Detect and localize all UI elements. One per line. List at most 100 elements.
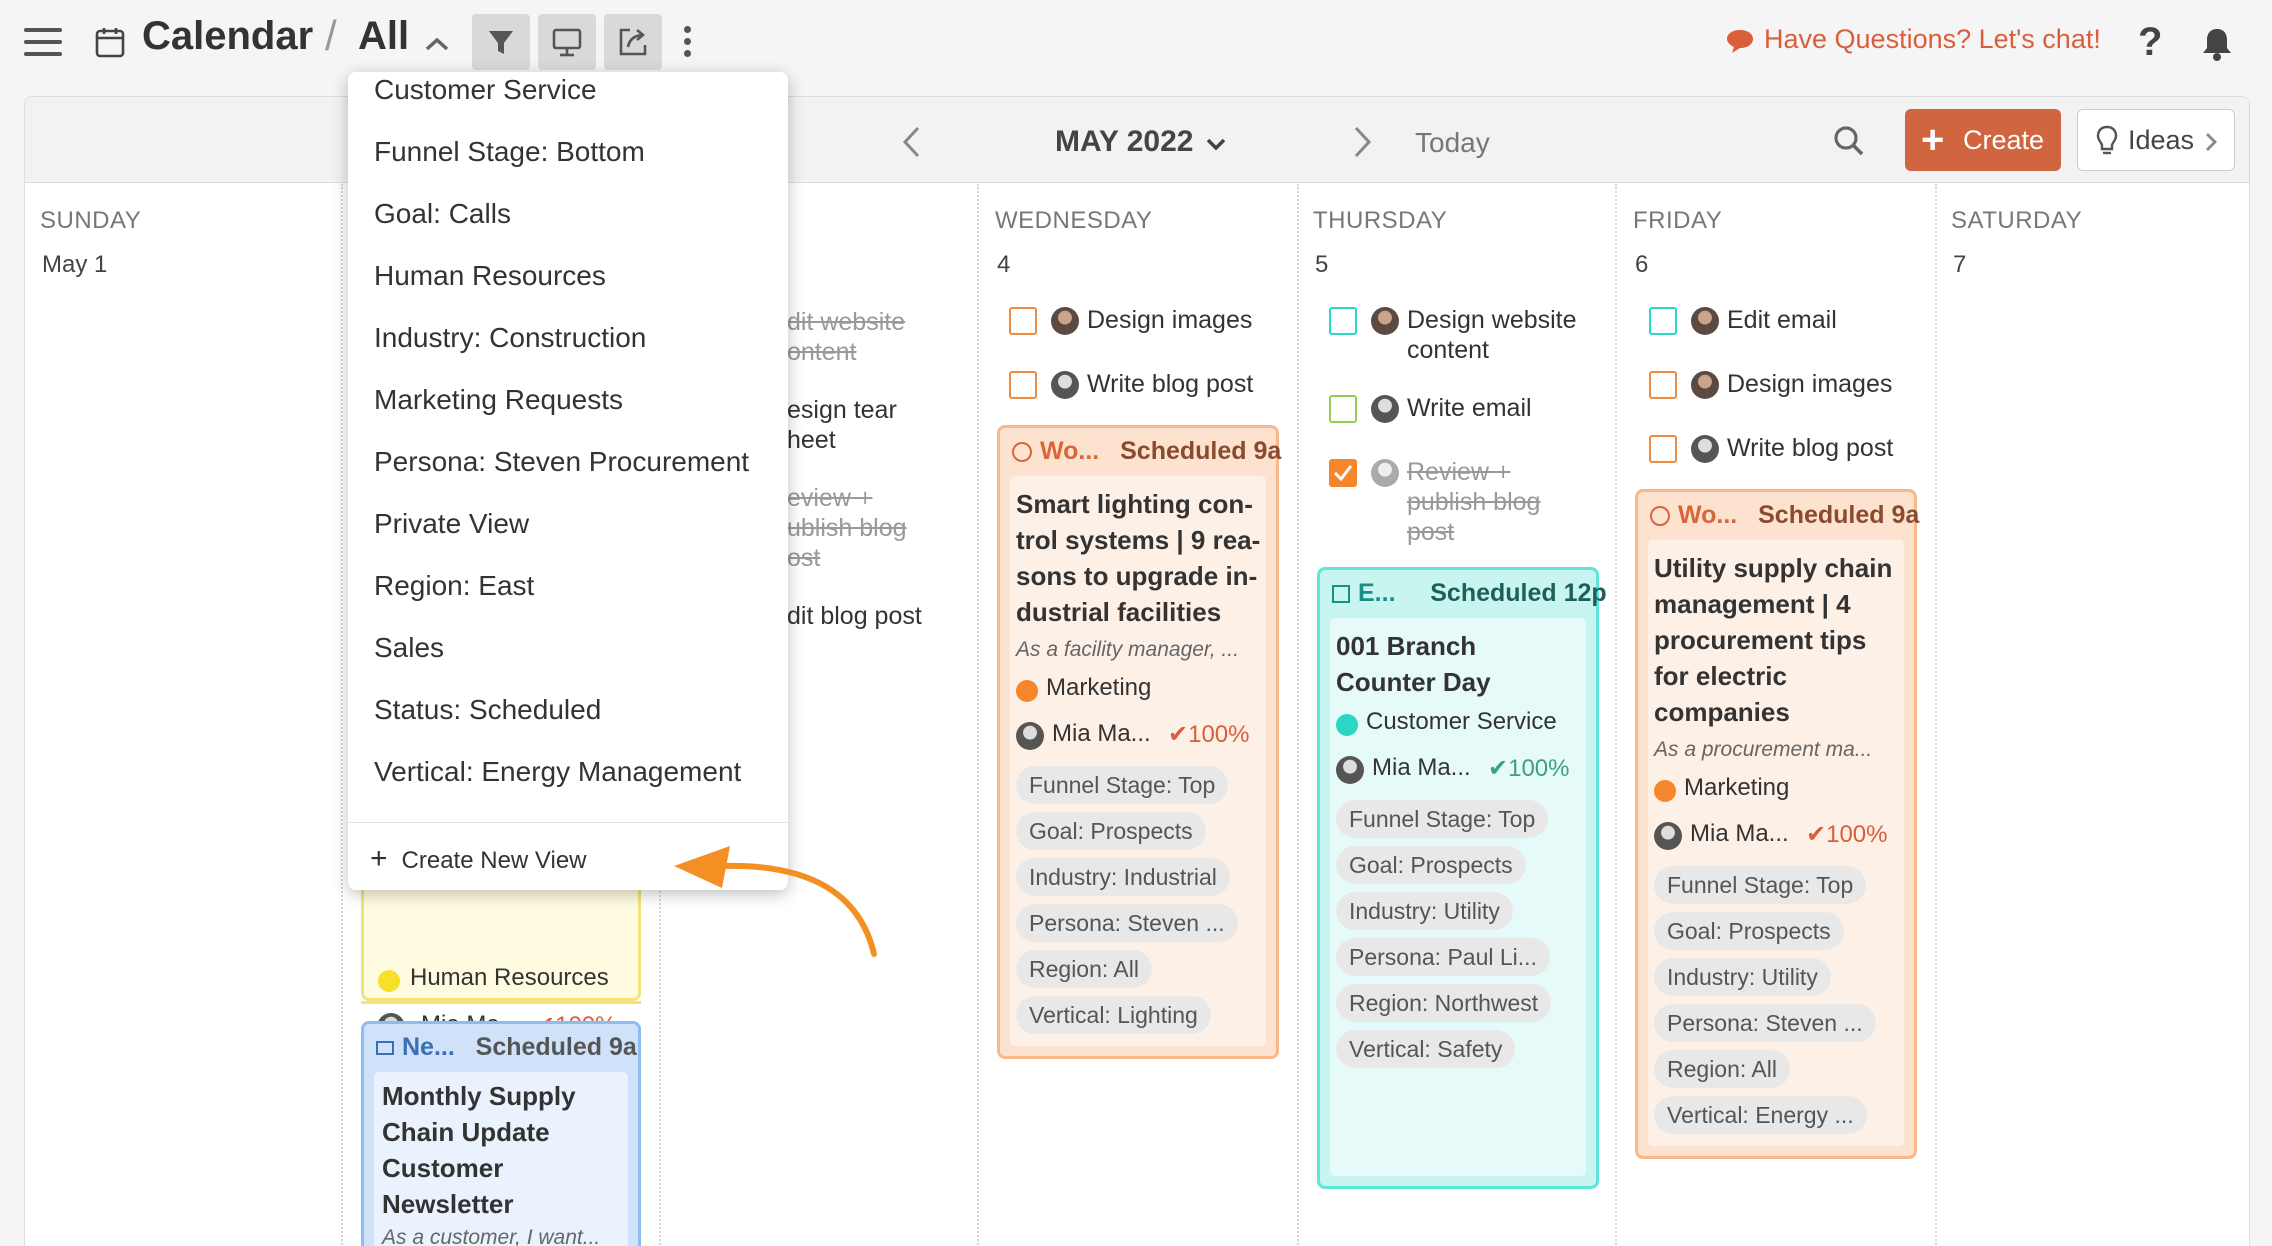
task-label[interactable]: Write blog post xyxy=(1727,433,1893,464)
card-schedule: Scheduled 9a xyxy=(1120,437,1282,465)
category-dot xyxy=(378,970,400,992)
view-option[interactable]: Customer Service xyxy=(374,74,597,106)
chevron-right-icon[interactable] xyxy=(1351,125,1373,159)
tag[interactable]: Goal: Prospects xyxy=(1336,846,1526,884)
view-option[interactable]: Marketing Requests xyxy=(374,384,623,416)
avatar xyxy=(1654,822,1682,850)
task-label[interactable]: Write email xyxy=(1407,393,1532,424)
task-partial[interactable]: ost xyxy=(787,543,820,574)
view-option[interactable]: Region: East xyxy=(374,570,534,602)
ideas-button[interactable]: Ideas xyxy=(2077,109,2235,171)
ideas-label: Ideas xyxy=(2128,125,2195,155)
breadcrumb-separator: / xyxy=(325,12,337,59)
content-card[interactable]: Ne... Scheduled 9a Monthly Supply Chain … xyxy=(361,1021,641,1246)
chevron-down-icon[interactable] xyxy=(1205,137,1227,151)
view-option[interactable]: Persona: Steven Procurement xyxy=(374,446,749,478)
card-owner: Mia Ma... xyxy=(1690,820,1789,847)
view-option[interactable]: Private View xyxy=(374,508,529,540)
card-body: 001 Branch Counter Day Customer Service … xyxy=(1330,618,1586,1176)
chat-link[interactable]: Have Questions? Let's chat! xyxy=(1764,24,2101,55)
filter-button[interactable] xyxy=(472,14,530,70)
tag[interactable]: Vertical: Lighting xyxy=(1016,996,1211,1034)
tag[interactable]: Goal: Prospects xyxy=(1016,812,1206,850)
tag[interactable]: Funnel Stage: Top xyxy=(1016,766,1229,804)
card-title-line: Smart lighting con- xyxy=(1016,489,1253,519)
task-checkbox[interactable] xyxy=(1009,307,1037,335)
tag[interactable]: Industry: Utility xyxy=(1654,958,1831,996)
tag[interactable]: Region: All xyxy=(1654,1050,1790,1088)
view-option[interactable]: Industry: Construction xyxy=(374,322,646,354)
menu-icon[interactable] xyxy=(24,28,62,56)
task-label[interactable]: Design images xyxy=(1087,305,1252,336)
monitor-icon xyxy=(552,28,582,57)
task-partial[interactable]: ontent xyxy=(787,337,857,368)
tag[interactable]: Persona: Paul Li... xyxy=(1336,938,1550,976)
tag[interactable]: Vertical: Energy ... xyxy=(1654,1096,1867,1134)
task-partial[interactable]: ublish blog xyxy=(787,513,907,544)
tag[interactable]: Persona: Steven ... xyxy=(1016,904,1238,942)
task-checkbox[interactable] xyxy=(1329,395,1357,423)
content-card[interactable]: Wo... Scheduled 9a Smart lighting con- t… xyxy=(997,425,1282,1059)
share-button[interactable] xyxy=(604,14,662,70)
today-button[interactable]: Today xyxy=(1415,127,1490,159)
create-button[interactable]: + Create xyxy=(1905,109,2061,171)
task-label[interactable]: Design images xyxy=(1727,369,1892,400)
task-checkbox[interactable] xyxy=(1009,371,1037,399)
tag[interactable]: Funnel Stage: Top xyxy=(1336,800,1549,838)
month-selector[interactable]: MAY 2022 xyxy=(1055,125,1193,159)
more-options-icon[interactable] xyxy=(684,26,692,62)
card-owner: Mia Ma... xyxy=(1372,754,1471,781)
chevron-left-icon[interactable] xyxy=(901,125,923,159)
tag[interactable]: Industry: Industrial xyxy=(1016,858,1230,896)
task-partial[interactable]: heet xyxy=(787,425,836,456)
task-label[interactable]: Edit email xyxy=(1727,305,1837,336)
card-title-line: Monthly Supply xyxy=(382,1081,576,1111)
bell-icon[interactable] xyxy=(2200,26,2234,62)
task-partial[interactable]: esign tear xyxy=(787,395,897,426)
search-icon[interactable] xyxy=(1833,125,1865,157)
card-title-line: sons to upgrade in- xyxy=(1016,561,1258,591)
display-button[interactable] xyxy=(538,14,596,70)
task-partial[interactable]: dit website xyxy=(787,307,905,338)
task-label[interactable]: Review + xyxy=(1407,457,1511,488)
tag[interactable]: Funnel Stage: Top xyxy=(1654,866,1867,904)
task-label[interactable]: content xyxy=(1407,335,1489,366)
view-selector[interactable]: All xyxy=(358,14,409,59)
card-header: Ne... Scheduled 9a xyxy=(364,1024,638,1070)
tag[interactable]: Industry: Utility xyxy=(1336,892,1513,930)
task-checkbox[interactable] xyxy=(1329,307,1357,335)
view-option[interactable]: Status: Scheduled xyxy=(374,694,601,726)
progress-percent: ✔100% xyxy=(1488,755,1570,782)
view-option[interactable]: Vertical: Energy Management xyxy=(374,756,741,788)
create-new-view-button[interactable]: + Create New View xyxy=(370,842,587,876)
chat-bubble-icon xyxy=(1727,30,1753,53)
tag[interactable]: Goal: Prospects xyxy=(1654,912,1844,950)
tag[interactable]: Persona: Steven ... xyxy=(1654,1004,1876,1042)
content-card[interactable]: Wo... Scheduled 9a Utility supply chain … xyxy=(1635,489,1919,1159)
view-option[interactable]: Funnel Stage: Bottom xyxy=(374,136,645,168)
column-divider xyxy=(977,184,979,1246)
chevron-up-icon[interactable] xyxy=(424,36,450,52)
view-option[interactable]: Goal: Calls xyxy=(374,198,511,230)
task-label[interactable]: Design website xyxy=(1407,305,1577,336)
view-option[interactable]: Sales xyxy=(374,632,444,664)
content-card[interactable]: E... Scheduled 12p 001 Branch Counter Da… xyxy=(1317,567,1607,1189)
tag[interactable]: Vertical: Safety xyxy=(1336,1030,1516,1068)
task-label[interactable]: publish blog xyxy=(1407,487,1540,518)
progress-percent: ✔100% xyxy=(1806,821,1888,848)
task-checkbox[interactable] xyxy=(1649,307,1677,335)
card-header: Wo... Scheduled 9a xyxy=(1638,492,1919,538)
help-icon[interactable]: ? xyxy=(2138,20,2162,65)
task-label[interactable]: Write blog post xyxy=(1087,369,1253,400)
tag[interactable]: Region: All xyxy=(1016,950,1152,988)
avatar xyxy=(1691,307,1719,335)
task-checkbox[interactable] xyxy=(1649,435,1677,463)
tag[interactable]: Region: Northwest xyxy=(1336,984,1552,1022)
task-checkbox-checked[interactable] xyxy=(1329,459,1357,487)
task-partial[interactable]: eview + xyxy=(787,483,872,514)
task-checkbox[interactable] xyxy=(1649,371,1677,399)
task-label[interactable]: post xyxy=(1407,517,1454,548)
view-option[interactable]: Human Resources xyxy=(374,260,606,292)
task-partial[interactable]: dit blog post xyxy=(787,601,922,632)
column-divider xyxy=(1935,184,1937,1246)
